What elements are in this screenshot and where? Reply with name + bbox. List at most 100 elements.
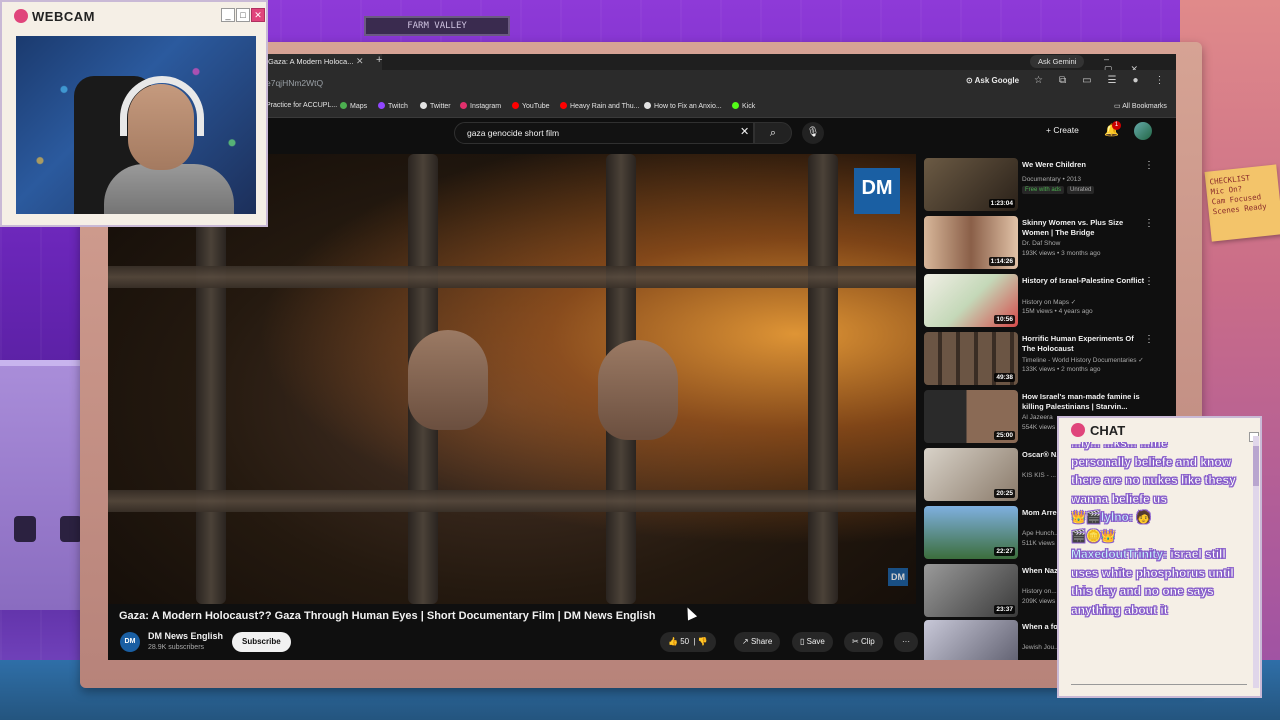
chat-username[interactable]: 👑🎬lylno: — [1071, 510, 1133, 524]
search-icon: ⌕ — [769, 127, 777, 139]
recommendation-thumbnail[interactable]: 25:00 — [924, 390, 1018, 443]
bookmark-item[interactable]: Practice for ACCUPL... — [266, 102, 337, 109]
recommendation-meta: Timeline - World History Documentaries ✓ — [1022, 357, 1144, 364]
voice-search-button[interactable]: 🎙 — [802, 122, 824, 144]
save-button[interactable]: ▯ Save — [792, 632, 833, 652]
more-vert-icon[interactable]: ⋮ — [1144, 218, 1154, 229]
like-dislike-pill[interactable]: 👍 50 | 👎 — [660, 632, 716, 652]
recommendation-title[interactable]: We Were Children — [1022, 160, 1148, 170]
recommendation-meta: Jewish Jou... — [1022, 644, 1060, 651]
recommendation-thumbnail[interactable] — [924, 620, 1018, 660]
tag-badge: Free with ads — [1022, 186, 1065, 194]
recommendation-thumbnail[interactable]: 22:27 — [924, 506, 1018, 559]
recommendation-meta: History on Maps ✓ — [1022, 299, 1077, 306]
recommendation-title[interactable]: Horrific Human Experiments Of The Holoca… — [1022, 334, 1148, 354]
scissors-icon: ✂ — [852, 637, 859, 646]
youtube-header: gaza genocide short film ✕ ⌕ 🎙 + Create … — [108, 118, 1176, 154]
chat-bubble-icon — [1071, 423, 1085, 437]
bookmark-icon: ▯ — [800, 637, 805, 646]
close-button[interactable]: ✕ — [251, 8, 265, 22]
recommendation-meta: History on... — [1022, 588, 1057, 595]
chat-username[interactable]: MaxedoutTrinity: — [1071, 547, 1167, 561]
browser-toolbar-icons[interactable]: ☆⧉▭☰●⋮ — [1034, 75, 1176, 86]
chat-message: ...ly... ...ks... ...me — [1071, 442, 1168, 450]
video-duration: 10:56 — [994, 315, 1015, 324]
clear-search-icon[interactable]: ✕ — [740, 125, 749, 138]
more-vert-icon[interactable]: ⋮ — [1144, 276, 1154, 287]
more-vert-icon[interactable]: ⋮ — [1144, 334, 1154, 345]
ask-google-button[interactable]: ⊙ Ask Google — [966, 76, 1019, 85]
subscribe-button[interactable]: Subscribe — [232, 632, 291, 652]
recommendation-title[interactable]: Skinny Women vs. Plus Size Women | The B… — [1022, 218, 1148, 238]
kick-icon — [732, 102, 739, 109]
bookmark-item[interactable]: How to Fix an Anxio... — [644, 102, 722, 110]
share-icon: ↗ — [742, 637, 749, 646]
webcam-title: WEBCAM — [14, 9, 95, 24]
recommendation-thumbnail[interactable]: 20:25 — [924, 448, 1018, 501]
recommendation-thumbnail[interactable]: 1:23:04 — [924, 158, 1018, 211]
tag-badge: Unrated — [1067, 186, 1095, 194]
video-hand — [598, 340, 678, 440]
recommendation-meta: Al Jazeera — [1022, 414, 1053, 421]
more-actions-button[interactable]: ··· — [894, 632, 918, 652]
all-bookmarks-button[interactable]: ▭ All Bookmarks — [1114, 102, 1167, 110]
chat-scrollbar[interactable] — [1253, 436, 1259, 688]
clip-button[interactable]: ✂ Clip — [844, 632, 883, 652]
checklist-sticky-note: CHECKLIST Mic On? Cam Focused Scenes Rea… — [1204, 164, 1280, 242]
bookmark-item[interactable]: YouTube — [512, 102, 550, 110]
new-tab-icon[interactable]: + — [376, 54, 382, 66]
recommendation-meta: 554K views — [1022, 424, 1056, 431]
recommendation-title[interactable]: History of Israel-Palestine Conflict — [1022, 276, 1148, 286]
video-title: Gaza: A Modern Holocaust?? Gaza Through … — [119, 610, 656, 622]
chat-scrollbar-thumb[interactable] — [1253, 446, 1259, 486]
thumbs-down-icon[interactable]: 👎 — [698, 637, 708, 646]
video-duration: 1:14:26 — [988, 257, 1015, 266]
ask-gemini-button[interactable]: Ask Gemini — [1030, 55, 1085, 68]
account-avatar[interactable] — [1134, 122, 1152, 140]
video-duration: 1:23:04 — [988, 199, 1015, 208]
youtube-icon — [560, 102, 567, 109]
thumbs-up-icon[interactable]: 👍 — [668, 637, 678, 646]
channel-name[interactable]: DM News English — [148, 631, 223, 641]
dm-news-logo: DM — [854, 168, 900, 214]
more-vert-icon[interactable]: ⋮ — [1144, 160, 1154, 171]
maximize-button[interactable]: □ — [236, 8, 250, 22]
minimize-button[interactable]: _ — [221, 8, 235, 22]
video-frame-bar — [808, 154, 838, 604]
recommendation-meta: 133K views • 2 months ago — [1022, 366, 1101, 373]
url-field[interactable]: e7qjHNm2WtQ — [266, 78, 323, 88]
recommendation-thumbnail[interactable]: 1:14:26 — [924, 216, 1018, 269]
recommendation-thumbnail[interactable]: 10:56 — [924, 274, 1018, 327]
search-input[interactable]: gaza genocide short film — [454, 122, 754, 144]
bookmark-item[interactable]: Twitch — [378, 102, 408, 110]
chat-message: personally beliefe and know there are no… — [1071, 454, 1236, 506]
tab-close-icon[interactable]: ✕ — [356, 56, 364, 67]
bookmark-item[interactable]: Maps — [340, 102, 367, 110]
video-frame-bar — [108, 266, 916, 288]
share-button[interactable]: ↗ Share — [734, 632, 781, 652]
recommendation-title[interactable]: How Israel's man-made famine is killing … — [1022, 392, 1148, 412]
bookmark-item[interactable]: Heavy Rain and Thu... — [560, 102, 640, 110]
recommendation-item[interactable]: 49:38 Horrific Human Experiments Of The … — [924, 332, 1176, 388]
recommendation-meta: KIS KIS - ... — [1022, 472, 1056, 479]
shelf-knob — [60, 516, 82, 542]
recommendation-item[interactable]: 1:14:26 Skinny Women vs. Plus Size Women… — [924, 216, 1176, 272]
create-button[interactable]: + Create — [1046, 125, 1079, 135]
video-duration: 23:37 — [994, 605, 1015, 614]
camera-icon — [14, 9, 28, 23]
recommendation-item[interactable]: 1:23:04 We Were Children Documentary • 2… — [924, 158, 1176, 214]
channel-avatar[interactable]: DM — [120, 632, 140, 652]
bookmark-item[interactable]: Instagram — [460, 102, 501, 110]
recommendation-thumbnail[interactable]: 49:38 — [924, 332, 1018, 385]
recommendation-thumbnail[interactable]: 23:37 — [924, 564, 1018, 617]
video-frame-bar — [108, 490, 916, 512]
dm-watermark: DM — [888, 568, 908, 586]
bookmark-item[interactable]: Twitter — [420, 102, 451, 110]
microphone-icon: 🎙 — [806, 127, 820, 138]
bookmarks-bar: Practice for ACCUPL... Maps Twitch Twitt… — [108, 98, 1176, 118]
bookmark-item[interactable]: Kick — [732, 102, 755, 110]
search-button[interactable]: ⌕ — [754, 122, 792, 144]
recommendation-meta: 511K views — [1022, 540, 1055, 547]
browser-tab-active[interactable]: Gaza: A Modern Holoca... — [262, 54, 382, 70]
recommendation-item[interactable]: 10:56 History of Israel-Palestine Confli… — [924, 274, 1176, 330]
